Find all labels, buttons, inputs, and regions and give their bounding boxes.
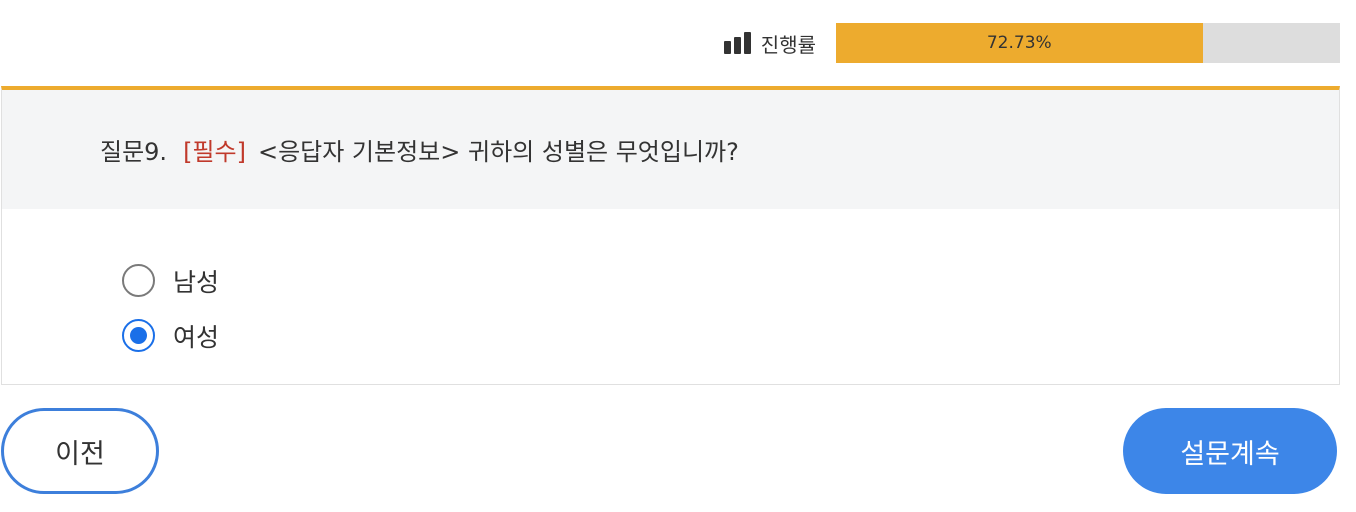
- question-number: 질문9.: [100, 138, 168, 166]
- prev-button[interactable]: 이전: [1, 408, 159, 494]
- options-list: 남성 여성: [2, 209, 1339, 363]
- radio-male[interactable]: [122, 264, 155, 297]
- option-label-male: 남성: [173, 267, 220, 297]
- progress-section: 진행률 72.73%: [723, 23, 1340, 63]
- progress-text: 72.73%: [986, 33, 1052, 53]
- option-male[interactable]: 남성: [122, 253, 1339, 308]
- bar-chart-icon: [723, 32, 751, 54]
- progress-bar: 72.73%: [836, 23, 1340, 63]
- question-header: 질문9. [필수] <응답자 기본정보> 귀하의 성별은 무엇입니까?: [2, 90, 1339, 209]
- question-text: <응답자 기본정보> 귀하의 성별은 무엇입니까?: [257, 138, 739, 166]
- required-tag: [필수]: [183, 138, 246, 166]
- progress-label: 진행률: [760, 32, 816, 57]
- option-female[interactable]: 여성: [122, 308, 1339, 363]
- question-card: 질문9. [필수] <응답자 기본정보> 귀하의 성별은 무엇입니까? 남성 여…: [1, 86, 1340, 385]
- radio-female[interactable]: [122, 319, 155, 352]
- option-label-female: 여성: [173, 322, 220, 352]
- next-button[interactable]: 설문계속: [1123, 408, 1337, 494]
